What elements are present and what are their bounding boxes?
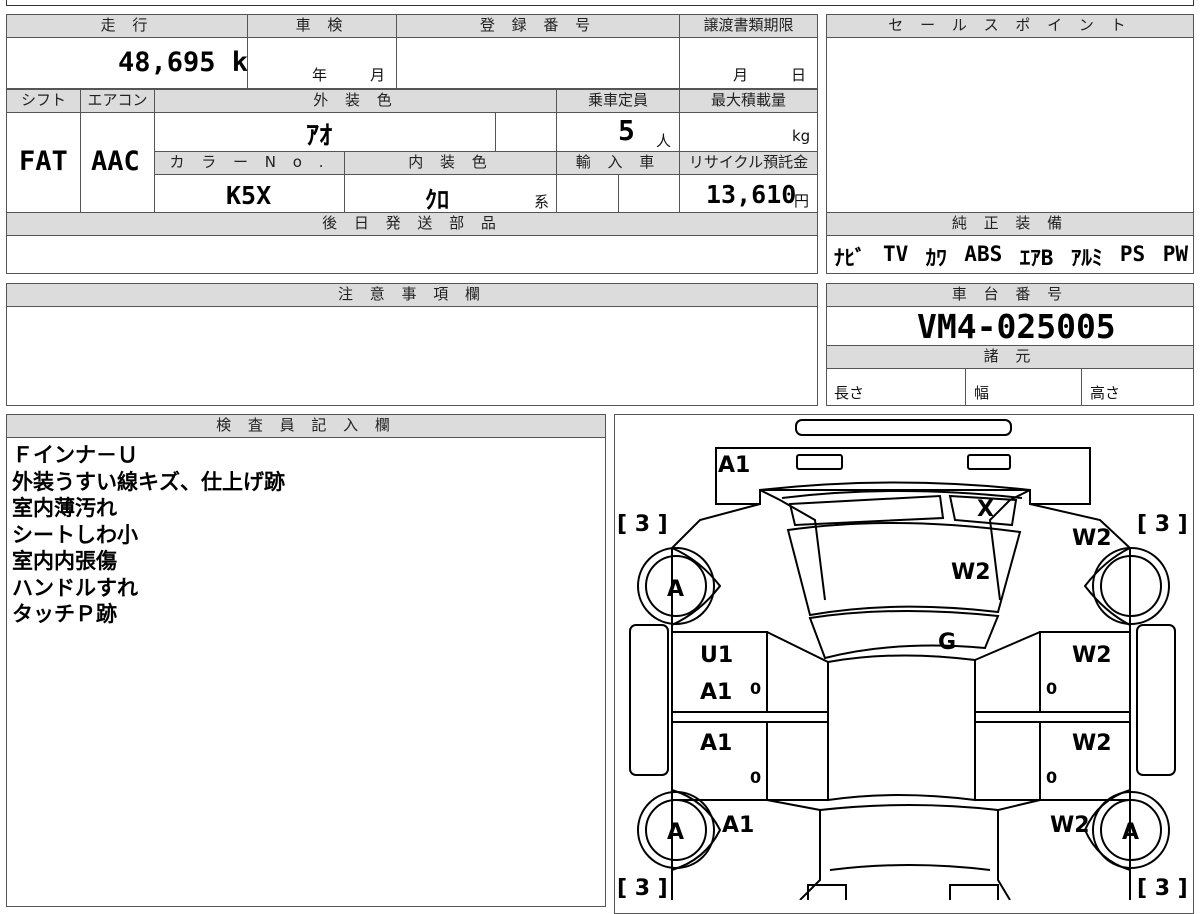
damage-roof: G [938, 630, 956, 655]
damage-front-door-right: W2 [1072, 643, 1112, 668]
cabin [827, 654, 976, 802]
bracket-bottom-left: [ 3 ] [617, 876, 668, 900]
bracket-bottom-right: [ 3 ] [1137, 876, 1188, 900]
cowl [759, 481, 1031, 491]
tire-front-left: A [667, 577, 684, 602]
body-outline-right [1029, 503, 1131, 900]
side-bumper-right [1136, 624, 1176, 776]
tire-rear-left: A [667, 820, 684, 845]
damage-rear-door-right: W2 [1072, 731, 1112, 756]
bracket-top-right: [ 3 ] [1137, 512, 1188, 537]
side-bumper-left [629, 624, 669, 776]
bracket-top-left: [ 3 ] [617, 512, 668, 537]
rear-glass [819, 804, 999, 811]
car-diagram: [ 3 ] [ 3 ] [ 3 ] [ 3 ] A1 X W2 W2 G U1 … [617, 419, 1188, 900]
damage-front-bumper: A1 [718, 453, 750, 478]
damage-rear-door-left: A1 [700, 731, 732, 756]
tire-rear-right: A [1122, 820, 1139, 845]
damage-windshield: W2 [951, 560, 991, 585]
door-marker-zero: 0 [1046, 679, 1057, 698]
headlight-right [967, 454, 1011, 470]
tail-right [949, 884, 999, 900]
rear-quarter-right [997, 799, 1041, 900]
fender-right [988, 489, 1031, 601]
door-marker-zero: 0 [750, 768, 761, 787]
damage-windshield-corner: X [977, 497, 994, 522]
damage-rear-right-quarter: W2 [1050, 813, 1090, 838]
wiper-box-left [788, 494, 945, 527]
damage-rear-left-quarter: A1 [722, 813, 754, 838]
rear-glass-front [808, 609, 1000, 660]
arch-front-right [1083, 547, 1131, 626]
damage-front-right-glass: W2 [1072, 526, 1112, 551]
rear-deck [829, 864, 991, 871]
damage-front-door-left-1: U1 [700, 643, 733, 668]
door-marker-zero: 0 [1046, 768, 1057, 787]
door-marker-zero: 0 [750, 679, 761, 698]
headlight-left [796, 454, 843, 470]
damage-front-door-left-2: A1 [700, 680, 732, 705]
front-bumper-slot [795, 419, 1012, 436]
